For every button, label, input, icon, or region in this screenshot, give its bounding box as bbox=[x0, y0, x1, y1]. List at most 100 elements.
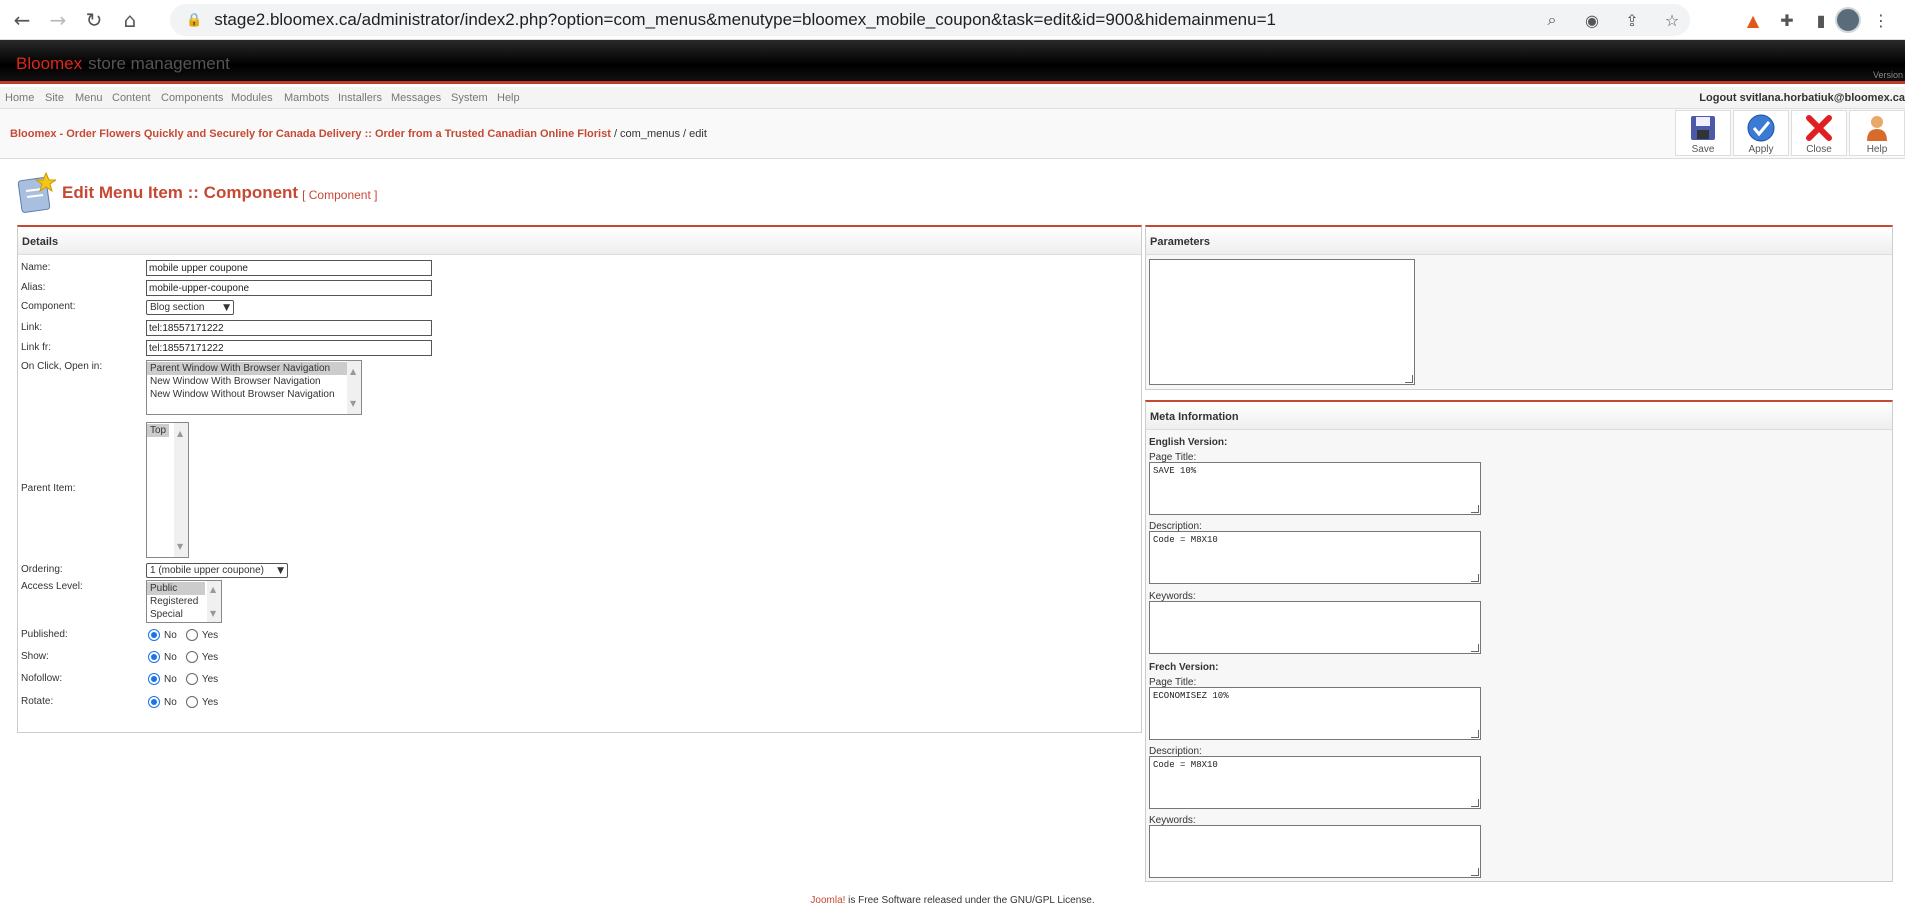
details-heading: Details bbox=[18, 227, 1141, 255]
en-description-textarea[interactable]: Code = M8X10 bbox=[1149, 531, 1481, 584]
parent-option[interactable]: Top bbox=[147, 424, 169, 437]
onclick-option[interactable]: Parent Window With Browser Navigation bbox=[147, 362, 361, 375]
english-version-label: English Version: bbox=[1149, 437, 1228, 448]
access-option[interactable]: Public bbox=[147, 582, 205, 595]
menu-system[interactable]: System bbox=[451, 92, 488, 104]
resize-grip-icon[interactable] bbox=[1471, 799, 1479, 807]
fr-page-title-textarea[interactable]: ECONOMISEZ 10% bbox=[1149, 687, 1481, 740]
puzzle-icon[interactable]: ✚ bbox=[1773, 6, 1801, 34]
resize-grip-icon[interactable] bbox=[1405, 375, 1413, 383]
browser-toolbar: ← → ↻ ⌂ 🔒 stage2.bloomex.ca/administrato… bbox=[0, 0, 1905, 40]
radio-dot[interactable] bbox=[185, 651, 198, 663]
radio-dot[interactable] bbox=[185, 629, 198, 641]
alias-input[interactable] bbox=[146, 280, 432, 296]
close-button[interactable]: Close bbox=[1791, 110, 1847, 156]
breadcrumb-rest: / com_menus / edit bbox=[610, 128, 707, 140]
back-icon[interactable]: ← bbox=[8, 6, 36, 34]
published-yes-radio[interactable]: Yes bbox=[185, 629, 218, 641]
help-button[interactable]: Help bbox=[1849, 110, 1905, 156]
scrollbar[interactable]: ▲ ▼ bbox=[174, 423, 188, 557]
en-keywords-textarea[interactable] bbox=[1149, 601, 1481, 654]
parent-item-listbox[interactable]: Top ▲ ▼ bbox=[146, 422, 189, 558]
save-button[interactable]: Save bbox=[1675, 110, 1731, 156]
lock-icon[interactable]: 🔒 bbox=[186, 13, 202, 28]
nofollow-yes-radio[interactable]: Yes bbox=[185, 673, 218, 685]
chevron-down-icon: ▼ bbox=[223, 302, 230, 313]
resize-grip-icon[interactable] bbox=[1471, 505, 1479, 513]
share-icon[interactable]: ⇪ bbox=[1620, 8, 1644, 32]
link-fr-input[interactable] bbox=[146, 340, 432, 356]
menu-components[interactable]: Components bbox=[161, 92, 223, 104]
resize-grip-icon[interactable] bbox=[1471, 868, 1479, 876]
joomla-link[interactable]: Joomla! bbox=[810, 895, 845, 906]
sidepanel-icon[interactable]: ▮ bbox=[1807, 6, 1835, 34]
onclick-option[interactable]: New Window With Browser Navigation bbox=[147, 375, 361, 388]
reload-icon[interactable]: ↻ bbox=[80, 6, 108, 34]
radio-dot[interactable] bbox=[185, 673, 198, 685]
menu-mambots[interactable]: Mambots bbox=[284, 92, 329, 104]
menu-messages[interactable]: Messages bbox=[391, 92, 441, 104]
radio-dot[interactable] bbox=[148, 673, 160, 685]
fr-description-textarea[interactable]: Code = M8X10 bbox=[1149, 756, 1481, 809]
fr-keywords-textarea[interactable] bbox=[1149, 825, 1481, 878]
kebab-menu-icon[interactable]: ⋮ bbox=[1867, 6, 1895, 34]
radio-dot[interactable] bbox=[148, 651, 160, 663]
ordering-select[interactable]: 1 (mobile upper coupone) ▼ bbox=[146, 563, 288, 578]
radio-dot[interactable] bbox=[148, 629, 160, 641]
apply-button[interactable]: Apply bbox=[1733, 110, 1789, 156]
radio-dot[interactable] bbox=[148, 696, 160, 708]
resize-grip-icon[interactable] bbox=[1471, 730, 1479, 738]
pathway-bar: Bloomex - Order Flowers Quickly and Secu… bbox=[0, 109, 1905, 159]
show-label: Show: bbox=[21, 651, 49, 662]
scroll-down-icon[interactable]: ▼ bbox=[350, 399, 356, 408]
published-no-radio[interactable]: No bbox=[148, 629, 177, 641]
star-icon[interactable]: ☆ bbox=[1660, 8, 1684, 32]
forward-icon[interactable]: → bbox=[44, 6, 72, 34]
parameters-textarea[interactable] bbox=[1149, 259, 1415, 385]
address-bar[interactable]: 🔒 stage2.bloomex.ca/administrator/index2… bbox=[170, 4, 1690, 36]
resize-grip-icon[interactable] bbox=[1471, 644, 1479, 652]
scroll-up-icon[interactable]: ▲ bbox=[350, 367, 356, 376]
breadcrumb-site-link[interactable]: Bloomex - Order Flowers Quickly and Secu… bbox=[10, 128, 611, 140]
scrollbar[interactable]: ▲ ▼ bbox=[207, 581, 221, 622]
menu-menu[interactable]: Menu bbox=[75, 92, 103, 104]
onclick-option[interactable]: New Window Without Browser Navigation bbox=[147, 388, 361, 401]
nofollow-no-radio[interactable]: No bbox=[148, 673, 177, 685]
name-input[interactable] bbox=[146, 260, 432, 276]
onclick-listbox[interactable]: Parent Window With Browser Navigation Ne… bbox=[146, 360, 362, 415]
menu-modules[interactable]: Modules bbox=[231, 92, 273, 104]
en-page-title-textarea[interactable]: SAVE 10% bbox=[1149, 462, 1481, 515]
meta-heading: Meta Information bbox=[1146, 402, 1892, 430]
alias-label: Alias: bbox=[21, 282, 46, 293]
scroll-down-icon[interactable]: ▼ bbox=[177, 542, 183, 551]
access-level-listbox[interactable]: Public Registered Special ▲ ▼ bbox=[146, 580, 222, 623]
profile-avatar[interactable] bbox=[1835, 7, 1861, 33]
extension-icon[interactable]: ▲ bbox=[1739, 6, 1767, 34]
home-icon[interactable]: ⌂ bbox=[116, 6, 144, 34]
component-label: Component: bbox=[21, 301, 76, 312]
link-input[interactable] bbox=[146, 320, 432, 336]
page-subtitle: [ Component ] bbox=[302, 187, 378, 202]
show-no-radio[interactable]: No bbox=[148, 651, 177, 663]
rotate-yes-radio[interactable]: Yes bbox=[185, 696, 218, 708]
menu-home[interactable]: Home bbox=[5, 92, 34, 104]
radio-dot[interactable] bbox=[185, 696, 198, 708]
nofollow-radios: No Yes bbox=[148, 673, 224, 688]
show-yes-radio[interactable]: Yes bbox=[185, 651, 218, 663]
menu-help[interactable]: Help bbox=[497, 92, 520, 104]
resize-grip-icon[interactable] bbox=[1471, 574, 1479, 582]
menu-content[interactable]: Content bbox=[112, 92, 151, 104]
scroll-up-icon[interactable]: ▲ bbox=[177, 429, 183, 438]
menu-site[interactable]: Site bbox=[45, 92, 64, 104]
zoom-icon[interactable]: ⌕ bbox=[1540, 8, 1564, 32]
logout-link[interactable]: Logout svitlana.horbatiuk@bloomex.ca bbox=[1699, 92, 1905, 104]
admin-menu-bar: Home Site Menu Content Components Module… bbox=[0, 87, 1905, 109]
scrollbar[interactable]: ▲ ▼ bbox=[347, 361, 361, 414]
menu-installers[interactable]: Installers bbox=[338, 92, 382, 104]
scroll-down-icon[interactable]: ▼ bbox=[210, 609, 216, 618]
component-select[interactable]: Blog section ▼ bbox=[146, 300, 234, 315]
url-text[interactable]: stage2.bloomex.ca/administrator/index2.p… bbox=[214, 10, 1276, 30]
eye-icon[interactable]: ◉ bbox=[1580, 8, 1604, 32]
rotate-no-radio[interactable]: No bbox=[148, 696, 177, 708]
scroll-up-icon[interactable]: ▲ bbox=[210, 585, 216, 594]
